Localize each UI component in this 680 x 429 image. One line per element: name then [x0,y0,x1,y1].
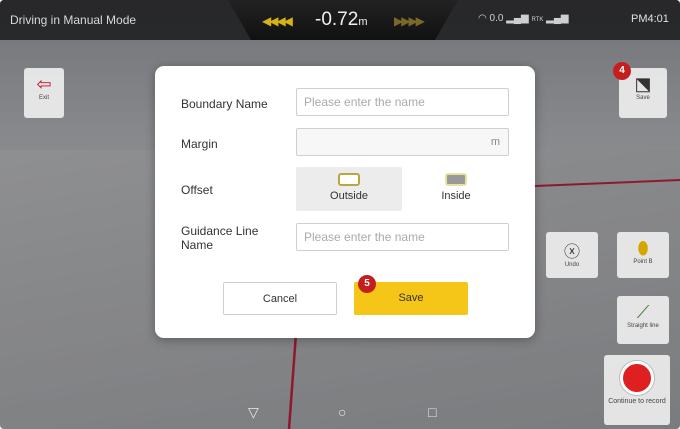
home-nav-icon[interactable]: ○ [338,404,346,420]
continue-record-label: Continue to record [608,398,666,405]
guidance-placeholder: Please enter the name [304,230,425,244]
app-screen: Driving in Manual Mode ◀◀◀◀ -0.72m ▶▶▶▶ … [0,0,680,429]
right-chevrons-icon: ▶▶▶▶ [394,14,425,28]
margin-input[interactable]: m [296,128,509,156]
rtk-signal-icon: ▂▄▆ [546,13,569,24]
wifi-icon: ◠ [478,13,487,24]
margin-unit: m [490,136,500,148]
point-b-label: Point B [633,259,653,265]
undo-button[interactable]: ⓧ Undo [546,232,598,278]
signal-icon: ▂▄▆ [506,13,532,24]
boundary-name-label: Boundary Name [181,97,268,111]
inside-label: Inside [441,190,471,202]
straight-line-button[interactable]: ⟋ Straight line [617,296,669,344]
exit-button[interactable]: ⇦ Exit [24,68,64,118]
close-circle-icon: ⓧ [563,244,580,261]
save-side-label: Save [636,95,650,101]
exit-label: Exit [38,95,49,101]
exit-icon: ⇦ [36,74,52,94]
deviation-readout: -0.72m [315,9,367,31]
inside-swatch-icon [445,173,467,186]
offset-inside-option[interactable]: Inside [403,167,509,211]
record-icon [620,361,654,395]
top-status-bar: Driving in Manual Mode ◀◀◀◀ -0.72m ▶▶▶▶ … [0,0,680,40]
step-badge-5: 5 [358,275,376,293]
map-pin-icon: ⬮ [637,238,649,258]
boundary-name-input[interactable]: Please enter the name [296,88,509,116]
point-b-button[interactable]: ⬮ Point B [617,232,669,278]
straight-line-icon: ⟋ [636,302,650,322]
offset-label: Offset [181,183,213,197]
clock: PM4:01 [631,13,669,25]
recents-nav-icon[interactable]: □ [428,404,436,420]
guidance-line-name-label: Guidance Line Name [181,224,259,252]
cancel-button[interactable]: Cancel [223,282,337,315]
guidance-line-name-input[interactable]: Please enter the name [296,223,509,251]
back-nav-icon[interactable]: ▽ [248,404,259,421]
offset-outside-option[interactable]: Outside [296,167,402,211]
deviation-value: -0.72 [315,9,359,30]
left-chevrons-icon: ◀◀◀◀ [262,14,293,28]
continue-record-button[interactable]: Continue to record [604,355,670,425]
create-boundary-dialog: Boundary Name Please enter the name Marg… [155,66,535,338]
mode-title: Driving in Manual Mode [10,13,137,27]
boundary-name-placeholder: Please enter the name [304,95,425,109]
outside-swatch-icon [338,173,360,186]
undo-label: Undo [564,262,580,268]
step-badge-4: 4 [613,62,631,80]
margin-label: Margin [181,137,218,151]
straight-line-label: Straight line [627,323,659,329]
status-icons: ◠ 0.0 ▂▄▆ RTK ▂▄▆ [478,13,569,24]
deviation-unit: m [358,16,368,28]
outside-label: Outside [330,190,368,202]
status-value: 0.0 [489,13,504,24]
rtk-label: RTK [531,17,544,23]
